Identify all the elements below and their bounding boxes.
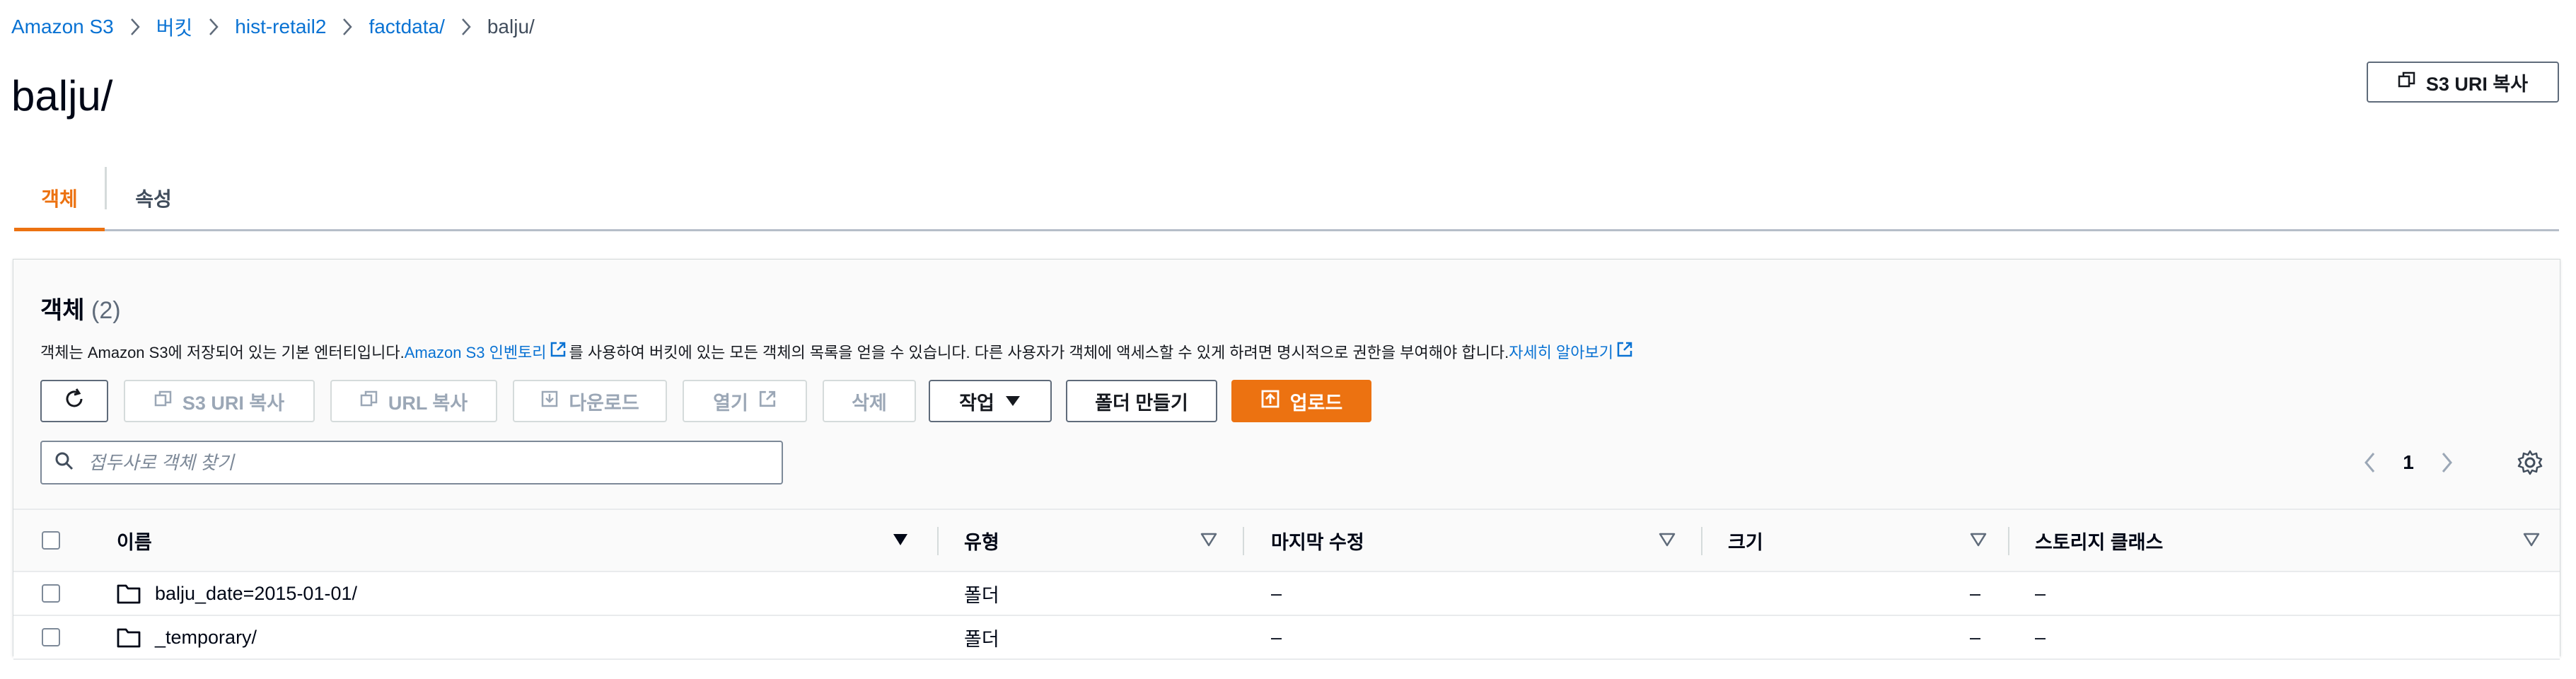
sort-icon[interactable] [1659, 531, 1676, 552]
inventory-link[interactable]: Amazon S3 인벤토리 [405, 340, 547, 363]
object-storage-class: – [2035, 582, 2046, 604]
search-icon [54, 451, 74, 475]
refresh-button[interactable] [40, 380, 108, 422]
sort-icon[interactable] [1970, 531, 1987, 552]
pagination: 1 [2353, 440, 2464, 485]
row-checkbox-cell [42, 616, 60, 658]
current-page-number[interactable]: 1 [2387, 451, 2430, 474]
copy-s3-uri-header-label: S3 URI 복사 [2425, 73, 2529, 95]
copy-url-button[interactable]: URL 복사 [330, 380, 497, 422]
chevron-right-icon [326, 13, 369, 41]
objects-panel-title: 객체 (2) [40, 291, 121, 325]
object-name-link[interactable]: balju_date=2015-01-01/ [155, 572, 357, 615]
tab-bar: 객체 속성 [14, 167, 2559, 231]
actions-dropdown[interactable]: 작업 [929, 380, 1052, 422]
column-divider[interactable] [1701, 527, 1702, 555]
breadcrumb-buckets[interactable]: 버킷 [156, 13, 193, 41]
objects-table: 이름 유형 마지막 수정 크기 스토리지 클래스 balju_date=2015… [13, 509, 2560, 660]
copy-s3-uri-label: S3 URI 복사 [182, 392, 285, 414]
copy-url-label: URL 복사 [388, 392, 468, 414]
row-checkbox[interactable] [42, 584, 60, 603]
page-title: balju/ [11, 72, 113, 120]
external-link-icon [550, 341, 567, 362]
breadcrumb-amazon-s3[interactable]: Amazon S3 [11, 16, 114, 38]
breadcrumb-current: balju/ [487, 16, 535, 37]
download-button[interactable]: 다운로드 [513, 380, 667, 422]
settings-gear-icon[interactable] [2513, 446, 2547, 480]
object-last-modified: – [1271, 582, 1282, 604]
object-storage-class: – [2035, 626, 2046, 648]
search-field[interactable] [40, 441, 783, 484]
create-folder-label: 폴더 만들기 [1095, 392, 1188, 414]
open-button[interactable]: 열기 [683, 380, 807, 422]
objects-panel: 객체 (2) 객체는 Amazon S3에 저장되어 있는 기본 엔터티입니다.… [13, 259, 2560, 660]
delete-label: 삭제 [852, 392, 887, 414]
description-text-2: 를 사용하여 버킷에 있는 모든 객체의 목록을 얻을 수 있습니다. 다른 사… [569, 344, 1509, 361]
sort-descending-icon[interactable] [892, 531, 909, 552]
column-divider[interactable] [937, 527, 939, 555]
chevron-right-icon [114, 13, 156, 41]
column-header-name[interactable]: 이름 [117, 510, 152, 571]
tab-properties-label: 속성 [135, 188, 172, 210]
download-icon [540, 390, 559, 413]
object-type: 폴더 [964, 628, 999, 650]
row-checkbox-cell [42, 572, 60, 615]
objects-description: 객체는 Amazon S3에 저장되어 있는 기본 엔터티입니다. Amazon… [40, 340, 1636, 363]
refresh-icon [62, 387, 86, 416]
column-divider[interactable] [1243, 527, 1244, 555]
learn-more-link[interactable]: 자세히 알아보기 [1509, 340, 1613, 363]
breadcrumb-factdata[interactable]: factdata/ [369, 16, 444, 38]
external-link-icon [758, 390, 777, 413]
select-all-checkbox-cell [42, 510, 60, 571]
sort-icon[interactable] [2523, 531, 2540, 552]
search-input[interactable] [87, 451, 726, 475]
row-checkbox[interactable] [42, 628, 60, 646]
objects-title: 객체 [40, 297, 85, 324]
next-page-icon[interactable] [2430, 446, 2464, 480]
folder-icon [117, 572, 141, 615]
column-header-last-modified[interactable]: 마지막 수정 [1271, 510, 1364, 571]
caret-down-icon [1004, 390, 1021, 412]
open-label: 열기 [713, 392, 748, 414]
upload-label: 업로드 [1289, 392, 1343, 414]
chevron-right-icon [192, 13, 235, 41]
delete-button[interactable]: 삭제 [823, 380, 916, 422]
folder-icon [117, 616, 141, 658]
copy-icon [2398, 71, 2416, 94]
objects-count: (2) [91, 297, 121, 324]
tab-objects-label: 객체 [41, 188, 78, 210]
description-text-1: 객체는 Amazon S3에 저장되어 있는 기본 엔터티입니다. [40, 344, 405, 361]
table-row[interactable]: balju_date=2015-01-01/ 폴더 – – – [13, 572, 2560, 616]
object-size: – [1970, 626, 1981, 648]
copy-icon [360, 390, 378, 413]
download-label: 다운로드 [569, 392, 639, 414]
upload-button[interactable]: 업로드 [1231, 380, 1371, 422]
table-row[interactable]: _temporary/ 폴더 – – – [13, 616, 2560, 660]
breadcrumb: Amazon S3 버킷 hist-retail2 factdata/ balj… [11, 13, 535, 41]
select-all-checkbox[interactable] [42, 531, 60, 550]
copy-icon [154, 390, 173, 413]
object-type: 폴더 [964, 584, 999, 606]
external-link-icon [1616, 341, 1633, 362]
breadcrumb-bucket[interactable]: hist-retail2 [235, 16, 326, 38]
object-last-modified: – [1271, 626, 1282, 648]
copy-s3-uri-button[interactable]: S3 URI 복사 [124, 380, 315, 422]
column-header-storage-class[interactable]: 스토리지 클래스 [2035, 510, 2163, 571]
create-folder-button[interactable]: 폴더 만들기 [1066, 380, 1217, 422]
upload-icon [1260, 389, 1280, 414]
object-name-link[interactable]: _temporary/ [155, 616, 257, 658]
tab-properties[interactable]: 속성 [107, 167, 200, 229]
table-header: 이름 유형 마지막 수정 크기 스토리지 클래스 [13, 509, 2560, 572]
actions-label: 작업 [959, 392, 994, 414]
column-header-type[interactable]: 유형 [964, 510, 999, 571]
column-divider[interactable] [2008, 527, 2009, 555]
column-header-size[interactable]: 크기 [1728, 510, 1763, 571]
sort-icon[interactable] [1200, 531, 1217, 552]
copy-s3-uri-header-button[interactable]: S3 URI 복사 [2367, 62, 2559, 103]
tab-objects[interactable]: 객체 [14, 167, 105, 231]
object-size: – [1970, 582, 1981, 604]
previous-page-icon[interactable] [2353, 446, 2387, 480]
chevron-right-icon [445, 13, 487, 41]
